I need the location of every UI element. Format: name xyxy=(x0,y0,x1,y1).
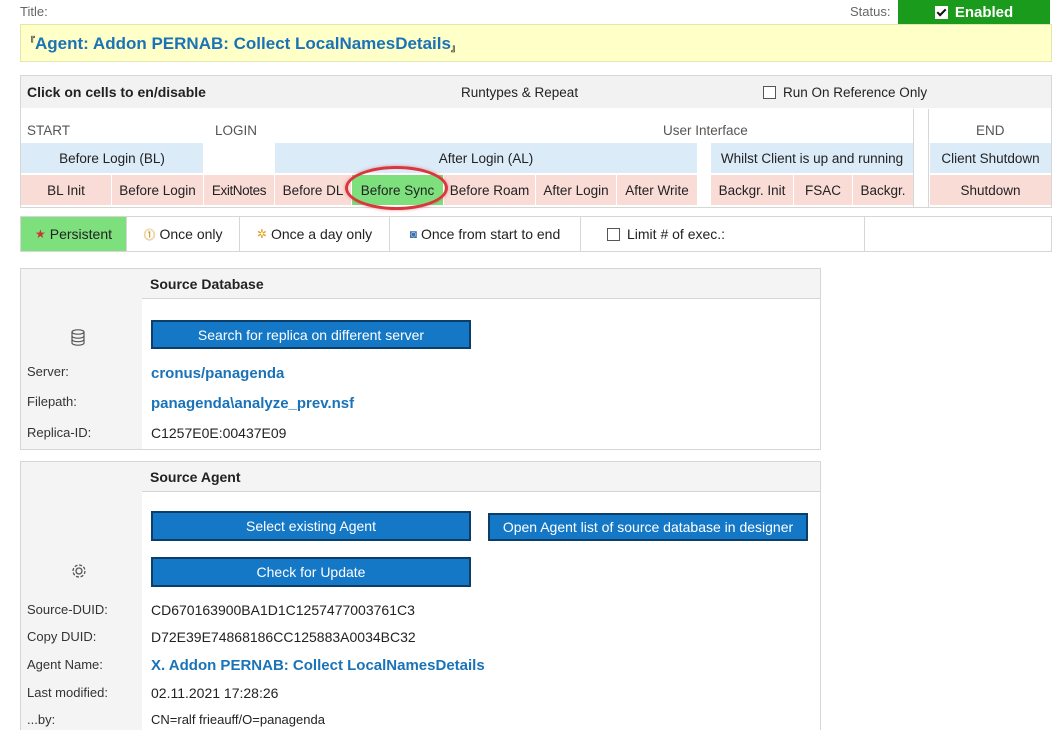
source-database-title: Source Database xyxy=(142,269,820,299)
cell-before-roam[interactable]: Before Roam xyxy=(444,175,535,205)
enabled-label: Enabled xyxy=(954,4,1014,21)
last-modified-label: Last modified: xyxy=(27,685,108,700)
sun-icon: ✲ xyxy=(256,227,267,241)
group-client-shutdown[interactable]: Client Shutdown xyxy=(930,143,1051,173)
replica-id-value: C1257E0E:00437E09 xyxy=(151,425,287,441)
repeat-options: ★ Persistent ⓵ Once only ✲ Once a day on… xyxy=(20,216,1052,252)
repeat-once-start-end-label: Once from start to end xyxy=(420,226,561,242)
check-update-button[interactable]: Check for Update xyxy=(151,557,471,587)
search-replica-button[interactable]: Search for replica on different server xyxy=(151,320,471,349)
filepath-value[interactable]: panagenda\analyze_prev.nsf xyxy=(151,395,354,412)
group-whilst-running[interactable]: Whilst Client is up and running xyxy=(711,143,913,173)
info-icon: ⓵ xyxy=(143,227,156,242)
repeat-once-only-label: Once only xyxy=(159,226,223,242)
cell-bl-init[interactable]: BL Init xyxy=(21,175,111,205)
phase-end: END xyxy=(976,122,1005,138)
highlight-circle xyxy=(345,166,448,210)
phase-start: START xyxy=(27,122,71,138)
title-corner-close: 』 xyxy=(450,43,460,53)
star-icon: ★ xyxy=(34,227,46,241)
cell-after-write[interactable]: After Write xyxy=(617,175,697,205)
reference-only-option[interactable]: Run On Reference Only xyxy=(763,76,927,108)
cell-backgr[interactable]: Backgr. xyxy=(853,175,913,205)
phase-login: LOGIN xyxy=(215,122,258,138)
repeat-limit-label: Limit # of exec.: xyxy=(627,226,726,242)
source-duid-label: Source-DUID: xyxy=(27,602,108,617)
gear-icon xyxy=(70,562,88,585)
cell-fsac[interactable]: FSAC xyxy=(794,175,852,205)
cell-before-login[interactable]: Before Login xyxy=(112,175,203,205)
filepath-label: Filepath: xyxy=(27,394,77,409)
server-label: Server: xyxy=(27,364,69,379)
source-database-panel: Source Database xyxy=(20,268,821,450)
repeat-once-a-day-label: Once a day only xyxy=(270,226,373,242)
limit-checkbox[interactable] xyxy=(607,227,620,241)
agent-title: 『Agent: Addon PERNAB: Collect LocalNames… xyxy=(26,34,460,54)
modified-by-value: CN=ralf frieauff/O=panagenda xyxy=(151,712,325,727)
grid-divider xyxy=(928,109,929,207)
agent-name-label: Agent Name: xyxy=(27,657,103,672)
clock-icon: ◙ xyxy=(409,227,417,241)
cell-exitnotes[interactable]: ExitNotes xyxy=(204,175,274,205)
open-agent-list-button[interactable]: Open Agent list of source database in de… xyxy=(488,513,808,541)
title-corner-open: 『 xyxy=(26,36,36,46)
runtypes-title: Runtypes & Repeat xyxy=(461,84,579,100)
copy-duid-value: D72E39E74868186CC125883A0034BC32 xyxy=(151,629,416,645)
source-agent-panel: Source Agent xyxy=(20,461,821,730)
cell-backgr-init[interactable]: Backgr. Init xyxy=(711,175,793,205)
repeat-persistent[interactable]: ★ Persistent xyxy=(21,217,127,251)
agent-title-text: Agent: Addon PERNAB: Collect LocalNamesD… xyxy=(35,34,451,53)
grid-divider xyxy=(913,109,914,207)
reference-only-checkbox[interactable] xyxy=(763,85,776,99)
click-hint: Click on cells to en/disable xyxy=(27,84,206,100)
enabled-checkbox-icon xyxy=(934,6,948,19)
select-agent-button[interactable]: Select existing Agent xyxy=(151,511,471,541)
database-icon xyxy=(70,329,86,351)
group-after-login[interactable]: After Login (AL) xyxy=(275,143,697,173)
repeat-persistent-label: Persistent xyxy=(49,226,112,242)
cell-before-dl[interactable]: Before DL xyxy=(275,175,351,205)
modified-by-label: ...by: xyxy=(27,712,56,727)
runtypes-grid: Click on cells to en/disable Runtypes & … xyxy=(20,75,1052,208)
copy-duid-label: Copy DUID: xyxy=(27,629,97,644)
phase-user-interface: User Interface xyxy=(663,122,748,138)
agent-name-value[interactable]: X. Addon PERNAB: Collect LocalNamesDetai… xyxy=(151,657,485,674)
cell-shutdown[interactable]: Shutdown xyxy=(930,175,1051,205)
title-label: Title: xyxy=(20,4,48,19)
repeat-once-only[interactable]: ⓵ Once only xyxy=(127,217,240,251)
last-modified-value: 02.11.2021 17:28:26 xyxy=(151,685,279,701)
cell-after-login[interactable]: After Login xyxy=(536,175,616,205)
enabled-toggle[interactable]: Enabled xyxy=(898,0,1050,25)
status-label: Status: xyxy=(850,4,891,19)
source-agent-title: Source Agent xyxy=(142,462,820,492)
server-value[interactable]: cronus/panagenda xyxy=(151,365,284,382)
group-before-login[interactable]: Before Login (BL) xyxy=(21,143,203,173)
repeat-once-start-end[interactable]: ◙ Once from start to end xyxy=(390,217,581,251)
replica-id-label: Replica-ID: xyxy=(27,425,92,440)
repeat-once-a-day[interactable]: ✲ Once a day only xyxy=(240,217,390,251)
reference-only-label: Run On Reference Only xyxy=(783,84,928,100)
source-duid-value: CD670163900BA1D1C1257477003761C3 xyxy=(151,602,415,618)
repeat-limit[interactable]: Limit # of exec.: xyxy=(581,217,865,251)
